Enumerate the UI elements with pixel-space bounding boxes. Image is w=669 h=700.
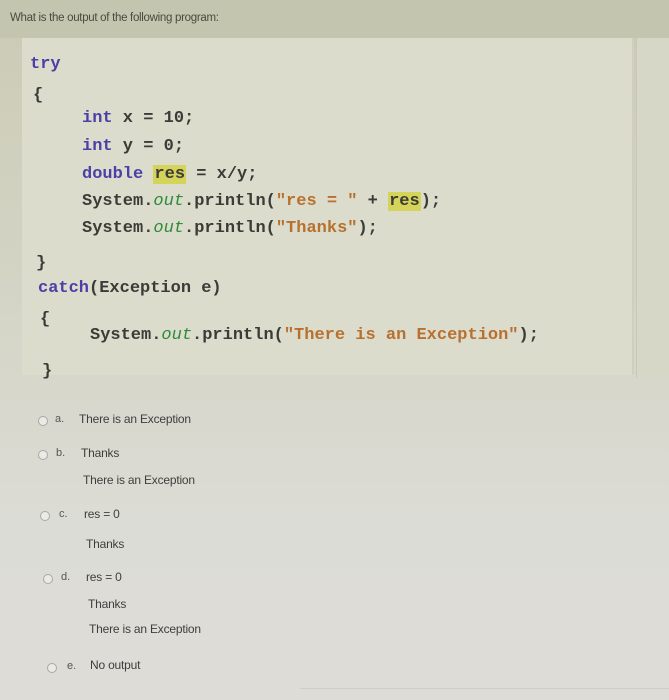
option-text: Thanks	[81, 446, 120, 460]
code-close-brace: }	[42, 362, 53, 381]
radio-button[interactable]	[40, 511, 50, 521]
code-call: .println(	[184, 219, 276, 238]
code-string: "Thanks"	[275, 219, 358, 238]
code-end: );	[420, 192, 442, 211]
question-text: What is the output of the following prog…	[10, 12, 219, 24]
divider	[300, 688, 669, 689]
code-line-print-exception: System.out.println("There is an Exceptio…	[90, 326, 539, 346]
code-obj: System.	[82, 219, 154, 238]
code-line-print-thanks: System.out.println("Thanks");	[82, 219, 378, 239]
code-type: double	[82, 165, 144, 184]
code-text: x = 10;	[112, 109, 195, 128]
code-field: out	[153, 192, 185, 211]
code-try-keyword: try	[30, 55, 61, 74]
option-text: res = 0	[84, 507, 120, 521]
option-text: No output	[90, 658, 141, 672]
code-obj: System.	[90, 326, 162, 345]
code-plus: +	[357, 192, 389, 211]
option-text: Thanks	[86, 537, 125, 551]
option-text: There is an Exception	[83, 473, 195, 487]
code-string: "res = "	[275, 192, 358, 211]
code-field: out	[153, 219, 185, 238]
radio-button[interactable]	[47, 663, 57, 673]
option-letter: c.	[59, 508, 68, 520]
code-highlighted-var: res	[388, 192, 421, 211]
code-end: );	[518, 326, 539, 345]
option-letter: b.	[56, 447, 66, 459]
option-text: There is an Exception	[79, 412, 191, 426]
code-line-int-x: int x = 10;	[82, 109, 194, 129]
option-text: res = 0	[86, 570, 122, 584]
code-highlighted-var: res	[153, 165, 187, 184]
option-text: There is an Exception	[89, 622, 201, 636]
code-obj: System.	[82, 192, 154, 211]
radio-button[interactable]	[38, 416, 48, 426]
code-type: int	[82, 109, 113, 128]
radio-button[interactable]	[38, 450, 48, 460]
option-letter: d.	[61, 571, 71, 583]
code-text: y = 0;	[112, 137, 185, 156]
code-catch-keyword: catch	[38, 279, 90, 298]
code-close-brace: }	[36, 254, 47, 273]
code-open-brace: {	[40, 310, 51, 329]
code-line-catch: catch(Exception e)	[38, 279, 222, 299]
code-call: .println(	[184, 192, 276, 211]
radio-button[interactable]	[43, 574, 53, 584]
code-type: int	[82, 137, 113, 156]
code-field: out	[161, 326, 193, 345]
code-open-brace: {	[33, 86, 44, 105]
code-line-print-res: System.out.println("res = " + res);	[82, 192, 441, 212]
code-end: );	[357, 219, 378, 238]
side-panel-edge	[636, 38, 669, 378]
code-string: "There is an Exception"	[283, 326, 519, 345]
code-call: .println(	[192, 326, 284, 345]
option-letter: a.	[55, 413, 65, 425]
code-line-double-res: double res = x/y;	[82, 165, 257, 185]
code-text: = x/y;	[186, 165, 258, 184]
code-text: (Exception e)	[89, 279, 222, 298]
option-text: Thanks	[88, 597, 127, 611]
option-letter: e.	[67, 660, 77, 672]
code-line-int-y: int y = 0;	[82, 137, 184, 157]
